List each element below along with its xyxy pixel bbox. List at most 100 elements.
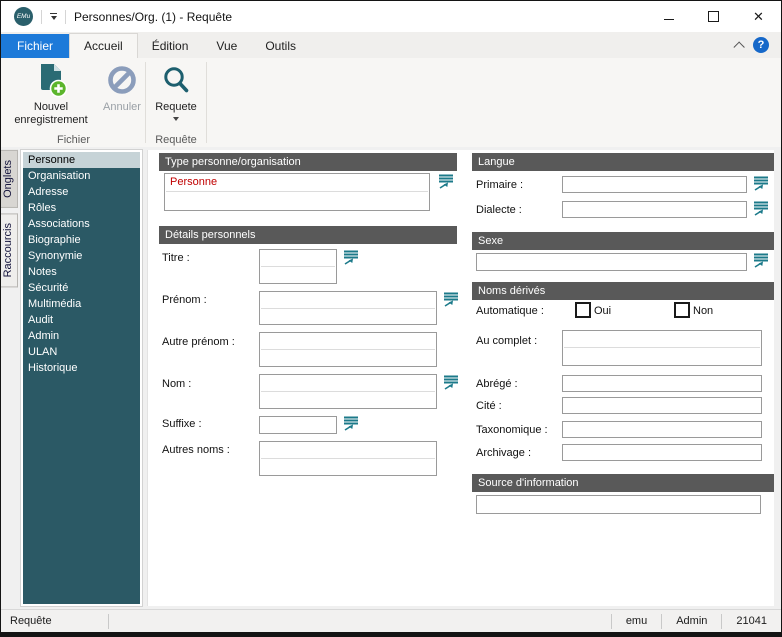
minimize-icon (664, 18, 674, 20)
sidebar-item-roles[interactable]: Rôles (23, 200, 140, 216)
oui-label: Oui (594, 305, 611, 317)
collapse-ribbon-icon[interactable] (733, 41, 744, 52)
sidebar-item-admin[interactable]: Admin (23, 328, 140, 344)
lookup-list-icon[interactable] (438, 174, 454, 190)
tab-accueil[interactable]: Accueil (69, 33, 138, 58)
help-button[interactable]: ? (753, 37, 769, 53)
divider (41, 10, 42, 24)
section-header-type: Type personne/organisation (159, 153, 457, 171)
maximize-button[interactable] (691, 1, 736, 32)
au-complet-label: Au complet : (476, 335, 537, 347)
abrege-field[interactable] (562, 375, 762, 392)
maximize-icon (708, 11, 719, 22)
sidebar-item-biographie[interactable]: Biographie (23, 232, 140, 248)
dialecte-field[interactable] (562, 201, 747, 218)
minimize-button[interactable] (646, 1, 691, 32)
cancel-button[interactable]: Annuler (99, 60, 145, 114)
status-server: emu (612, 610, 661, 632)
non-checkbox[interactable] (674, 302, 690, 318)
titre-field[interactable] (259, 249, 337, 284)
close-button[interactable]: ✕ (736, 1, 781, 32)
titre-label: Titre : (162, 252, 190, 264)
tab-fichier[interactable]: Fichier (1, 34, 69, 58)
ribbon-group-requete: Requete Requête (147, 58, 205, 147)
tab-vue[interactable]: Vue (202, 34, 251, 58)
sidebar-vertical-tabs: Onglets Raccourcis (1, 150, 18, 287)
cite-field[interactable] (562, 397, 762, 414)
sidebar-item-synonymie[interactable]: Synonymie (23, 248, 140, 264)
au-complet-field[interactable] (562, 330, 762, 366)
sidebar-item-notes[interactable]: Notes (23, 264, 140, 280)
archivage-field[interactable] (562, 444, 762, 461)
sidebar-item-securite[interactable]: Sécurité (23, 280, 140, 296)
query-label: Requete (155, 101, 197, 114)
sidebar-item-personne[interactable]: Personne (23, 152, 140, 168)
sexe-field[interactable] (476, 253, 747, 271)
status-mode: Requête (1, 615, 108, 627)
lookup-list-icon[interactable] (343, 250, 359, 266)
archivage-label: Archivage : (476, 447, 531, 459)
section-header-details: Détails personnels (159, 226, 457, 244)
tab-edition[interactable]: Édition (138, 34, 203, 58)
abrege-label: Abrégé : (476, 378, 518, 390)
sidebar-item-organisation[interactable]: Organisation (23, 168, 140, 184)
form-panel: Type personne/organisation Personne Déta… (147, 150, 774, 606)
lookup-list-icon[interactable] (753, 201, 769, 217)
primaire-field[interactable] (562, 176, 747, 193)
qat-bar (50, 13, 57, 15)
group-label-requete: Requête (147, 134, 205, 146)
group-label-fichier: Fichier (3, 134, 144, 146)
prenom-field[interactable] (259, 291, 437, 325)
type-listbox[interactable]: Personne (164, 173, 430, 211)
source-field[interactable] (476, 495, 761, 514)
status-user: Admin (662, 610, 721, 632)
lookup-list-icon[interactable] (343, 416, 359, 432)
divider (65, 10, 66, 24)
vtab-onglets[interactable]: Onglets (1, 150, 18, 208)
autres-noms-label: Autres noms : (162, 444, 230, 456)
new-record-button[interactable]: Nouvel enregistrement (5, 60, 97, 127)
sidebar-item-historique[interactable]: Historique (23, 360, 140, 376)
dialecte-label: Dialecte : (476, 204, 522, 216)
prenom-label: Prénom : (162, 294, 207, 306)
autre-prenom-field[interactable] (259, 332, 437, 367)
taxonomique-field[interactable] (562, 421, 762, 438)
quick-access-dropdown-icon[interactable] (50, 13, 57, 21)
sidebar-item-multimedia[interactable]: Multimédia (23, 296, 140, 312)
cancel-icon (106, 60, 138, 100)
ribbon: Nouvel enregistrement Annuler Fichier (1, 58, 781, 148)
title-bar: EMu Personnes/Org. (1) - Requête ✕ (1, 1, 781, 32)
tabstrip-right: ? (733, 32, 781, 58)
app-logo-icon[interactable]: EMu (14, 7, 33, 26)
sidebar-item-adresse[interactable]: Adresse (23, 184, 140, 200)
sidebar-item-associations[interactable]: Associations (23, 216, 140, 232)
query-button[interactable]: Requete (148, 60, 204, 121)
autres-noms-field[interactable] (259, 441, 437, 476)
autre-prenom-label: Autre prénom : (162, 336, 235, 348)
divider (108, 614, 109, 629)
suffixe-field[interactable] (259, 416, 337, 434)
non-label: Non (693, 305, 713, 317)
cancel-label: Annuler (103, 101, 141, 114)
type-value[interactable]: Personne (166, 174, 428, 192)
group-separator (145, 62, 146, 143)
lookup-list-icon[interactable] (753, 176, 769, 192)
oui-checkbox[interactable] (575, 302, 591, 318)
lookup-list-icon[interactable] (753, 253, 769, 269)
sidebar-item-ulan[interactable]: ULAN (23, 344, 140, 360)
lookup-list-icon[interactable] (443, 375, 459, 391)
section-header-sexe: Sexe (472, 232, 774, 250)
tabs-sidebar: Personne Organisation Adresse Rôles Asso… (21, 150, 142, 606)
chevron-down-icon (173, 117, 179, 121)
vtab-raccourcis[interactable]: Raccourcis (1, 213, 18, 287)
cite-label: Cité : (476, 400, 502, 412)
lookup-list-icon[interactable] (443, 292, 459, 308)
primaire-label: Primaire : (476, 179, 523, 191)
section-header-langue: Langue (472, 153, 774, 171)
status-bar: Requête emu Admin 21041 (1, 609, 781, 632)
query-search-icon (160, 60, 192, 100)
section-header-noms-derives: Noms dérivés (472, 282, 774, 300)
nom-field[interactable] (259, 374, 437, 409)
tab-outils[interactable]: Outils (251, 34, 310, 58)
sidebar-item-audit[interactable]: Audit (23, 312, 140, 328)
